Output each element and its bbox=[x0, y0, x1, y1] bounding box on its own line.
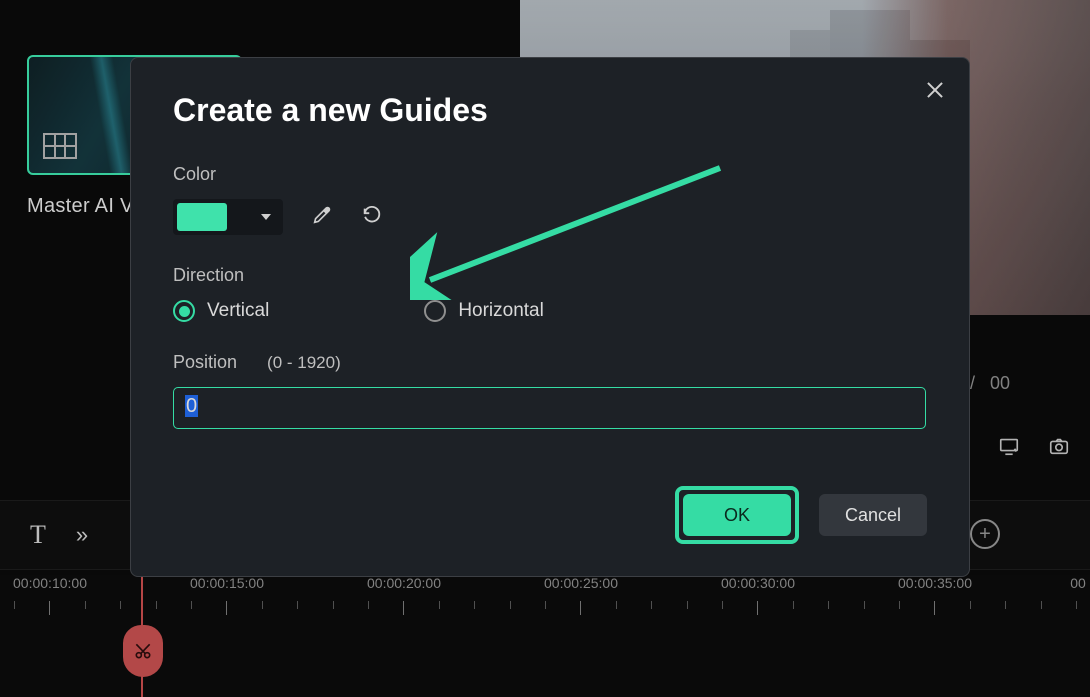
position-input[interactable]: 0 bbox=[173, 387, 926, 429]
create-guides-dialog: Create a new Guides Color Direction Vert… bbox=[130, 57, 970, 577]
color-swatch bbox=[177, 203, 227, 231]
radio-horizontal[interactable]: Horizontal bbox=[424, 300, 544, 322]
dialog-title: Create a new Guides bbox=[173, 92, 927, 129]
radio-vertical-label: Vertical bbox=[207, 300, 269, 322]
position-value: 0 bbox=[185, 395, 198, 417]
close-icon[interactable] bbox=[923, 78, 947, 102]
position-hint: (0 - 1920) bbox=[267, 353, 341, 373]
color-picker[interactable] bbox=[173, 199, 283, 235]
cancel-button[interactable]: Cancel bbox=[819, 494, 927, 536]
color-label: Color bbox=[173, 164, 927, 185]
position-label: Position bbox=[173, 352, 237, 373]
ok-annotation-highlight: OK bbox=[675, 486, 799, 544]
chevron-down-icon bbox=[261, 214, 271, 220]
radio-icon bbox=[173, 300, 195, 322]
radio-horizontal-label: Horizontal bbox=[458, 300, 544, 322]
radio-icon bbox=[424, 300, 446, 322]
eyedropper-icon[interactable] bbox=[311, 204, 333, 231]
direction-label: Direction bbox=[173, 265, 927, 286]
radio-vertical[interactable]: Vertical bbox=[173, 300, 269, 322]
ok-button[interactable]: OK bbox=[683, 494, 791, 536]
reset-icon[interactable] bbox=[361, 204, 383, 231]
